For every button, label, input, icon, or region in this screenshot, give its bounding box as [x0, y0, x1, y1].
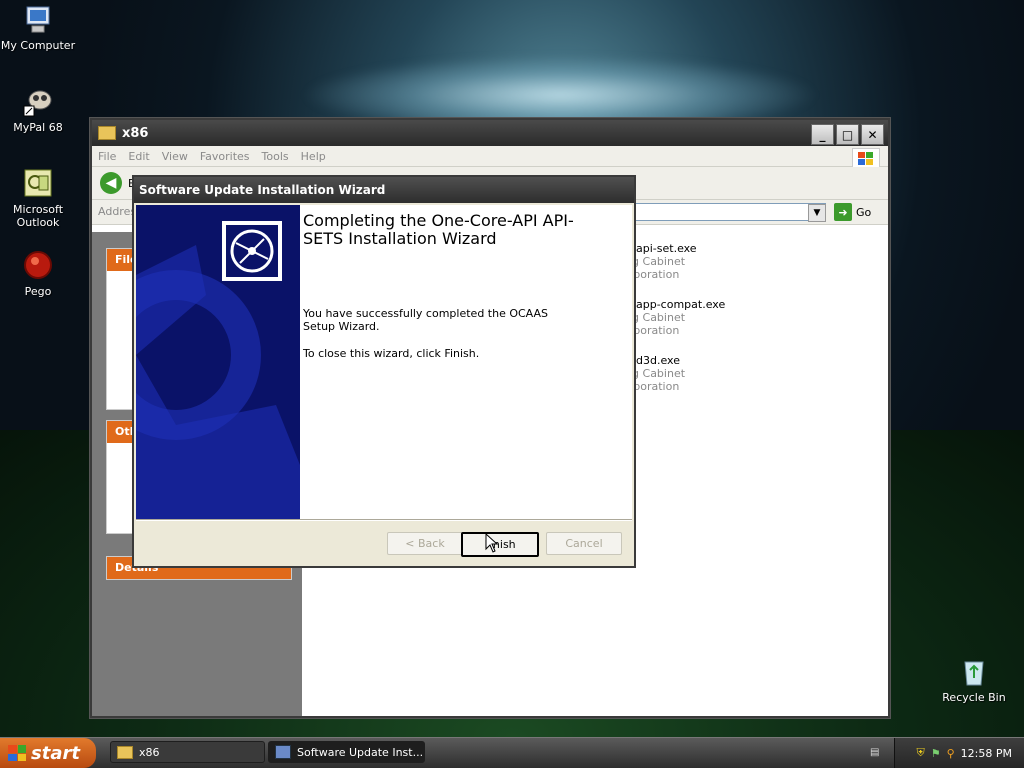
address-dropdown-button[interactable]: ▼ — [808, 204, 826, 222]
explorer-title: x86 — [122, 125, 149, 141]
desktop-icon-recycle-bin[interactable]: Recycle Bin — [934, 656, 1014, 704]
system-tray: ⛨ ⚑ ⚲ 12:58 PM — [894, 738, 1024, 768]
wizard-success-text: You have successfully completed the OCAA… — [303, 307, 549, 333]
minimize-button[interactable]: _ — [811, 124, 834, 145]
window-controls: _ □ ✕ — [811, 124, 884, 145]
windows-flag-icon — [8, 745, 26, 761]
installer-icon — [275, 745, 291, 759]
taskbar-item-wizard[interactable]: Software Update Inst... — [268, 741, 425, 763]
back-button[interactable]: ◀ — [100, 172, 122, 194]
installation-wizard-dialog: Software Update Installation Wizard Comp… — [132, 175, 636, 568]
wizard-instruction-text: To close this wizard, click Finish. — [303, 347, 480, 360]
taskbar-item-label: Software Update Inst... — [297, 745, 424, 759]
start-button[interactable]: start — [0, 738, 96, 768]
wizard-title: Software Update Installation Wizard — [139, 183, 386, 197]
file-item[interactable]: pi-d3d.exe ing Cabinet orporation — [622, 354, 725, 393]
file-type: ing Cabinet — [622, 367, 686, 380]
file-name: pi-app-compat.exe — [622, 298, 726, 311]
menu-bar: File Edit View Favorites Tools Help — [92, 146, 888, 167]
mypal-browser-icon — [22, 86, 54, 118]
desktop-icon-pego[interactable]: Pego — [0, 250, 78, 298]
menu-help[interactable]: Help — [301, 150, 326, 163]
search-icon[interactable]: ⚲ — [947, 747, 955, 760]
file-company: orporation — [622, 268, 680, 281]
file-list: pi-api-set.exe ing Cabinet orporation pi… — [622, 242, 725, 410]
keyboard-icon[interactable]: ▤ — [870, 747, 879, 758]
menu-edit[interactable]: Edit — [128, 150, 149, 163]
folder-icon — [98, 126, 116, 140]
taskbar: start x86 Software Update Inst... ▤ ⛨ ⚑ … — [0, 737, 1024, 768]
back-button-disabled[interactable]: < Back — [387, 532, 463, 555]
wizard-banner — [136, 205, 300, 519]
wizard-separator — [136, 519, 632, 521]
mouse-cursor-icon — [485, 533, 499, 553]
recycle-bin-icon — [958, 656, 990, 688]
go-button[interactable]: ➜ Go — [834, 203, 871, 221]
desktop-icon-my-computer[interactable]: My Computer — [0, 4, 78, 52]
folder-icon — [117, 745, 133, 759]
address-input[interactable] — [632, 203, 826, 221]
menu-view[interactable]: View — [162, 150, 188, 163]
file-type: ing Cabinet — [622, 311, 686, 324]
my-computer-icon — [22, 4, 54, 36]
clock[interactable]: 12:58 PM — [961, 747, 1012, 760]
start-label: start — [31, 742, 80, 764]
menu-tools[interactable]: Tools — [262, 150, 289, 163]
wizard-title-bar[interactable]: Software Update Installation Wizard — [134, 177, 634, 203]
file-company: orporation — [622, 324, 680, 337]
taskbar-item-x86[interactable]: x86 — [110, 741, 265, 763]
explorer-title-bar[interactable]: x86 — [92, 120, 888, 146]
cancel-button[interactable]: Cancel — [546, 532, 622, 555]
network-icon[interactable]: ⚑ — [931, 747, 941, 760]
menu-file[interactable]: File — [98, 150, 116, 163]
outlook-icon — [22, 168, 54, 200]
desktop-icon-outlook[interactable]: Microsoft Outlook — [0, 168, 78, 229]
security-shield-icon[interactable]: ⛨ — [916, 746, 924, 760]
address-label: Addres — [98, 205, 137, 218]
go-label: Go — [856, 205, 872, 219]
taskbar-item-label: x86 — [139, 745, 160, 759]
close-button[interactable]: ✕ — [861, 124, 884, 145]
file-name: pi-api-set.exe — [622, 242, 697, 255]
file-item[interactable]: pi-api-set.exe ing Cabinet orporation — [622, 242, 725, 281]
file-item[interactable]: pi-app-compat.exe ing Cabinet orporation — [622, 298, 725, 337]
go-arrow-icon: ➜ — [834, 203, 852, 221]
wizard-content: Completing the One-Core-API API-SETS Ins… — [300, 205, 632, 519]
file-company: orporation — [622, 380, 680, 393]
pego-icon — [22, 250, 54, 282]
menu-favorites[interactable]: Favorites — [200, 150, 250, 163]
finish-button[interactable]: Finish — [461, 532, 539, 557]
file-type: ing Cabinet — [622, 255, 686, 268]
maximize-button[interactable]: □ — [836, 124, 859, 145]
file-name: pi-d3d.exe — [622, 354, 680, 367]
wizard-heading: Completing the One-Core-API API-SETS Ins… — [303, 211, 574, 248]
desktop-icon-mypal[interactable]: MyPal 68 — [0, 86, 78, 134]
wizard-banner-art — [136, 221, 300, 519]
